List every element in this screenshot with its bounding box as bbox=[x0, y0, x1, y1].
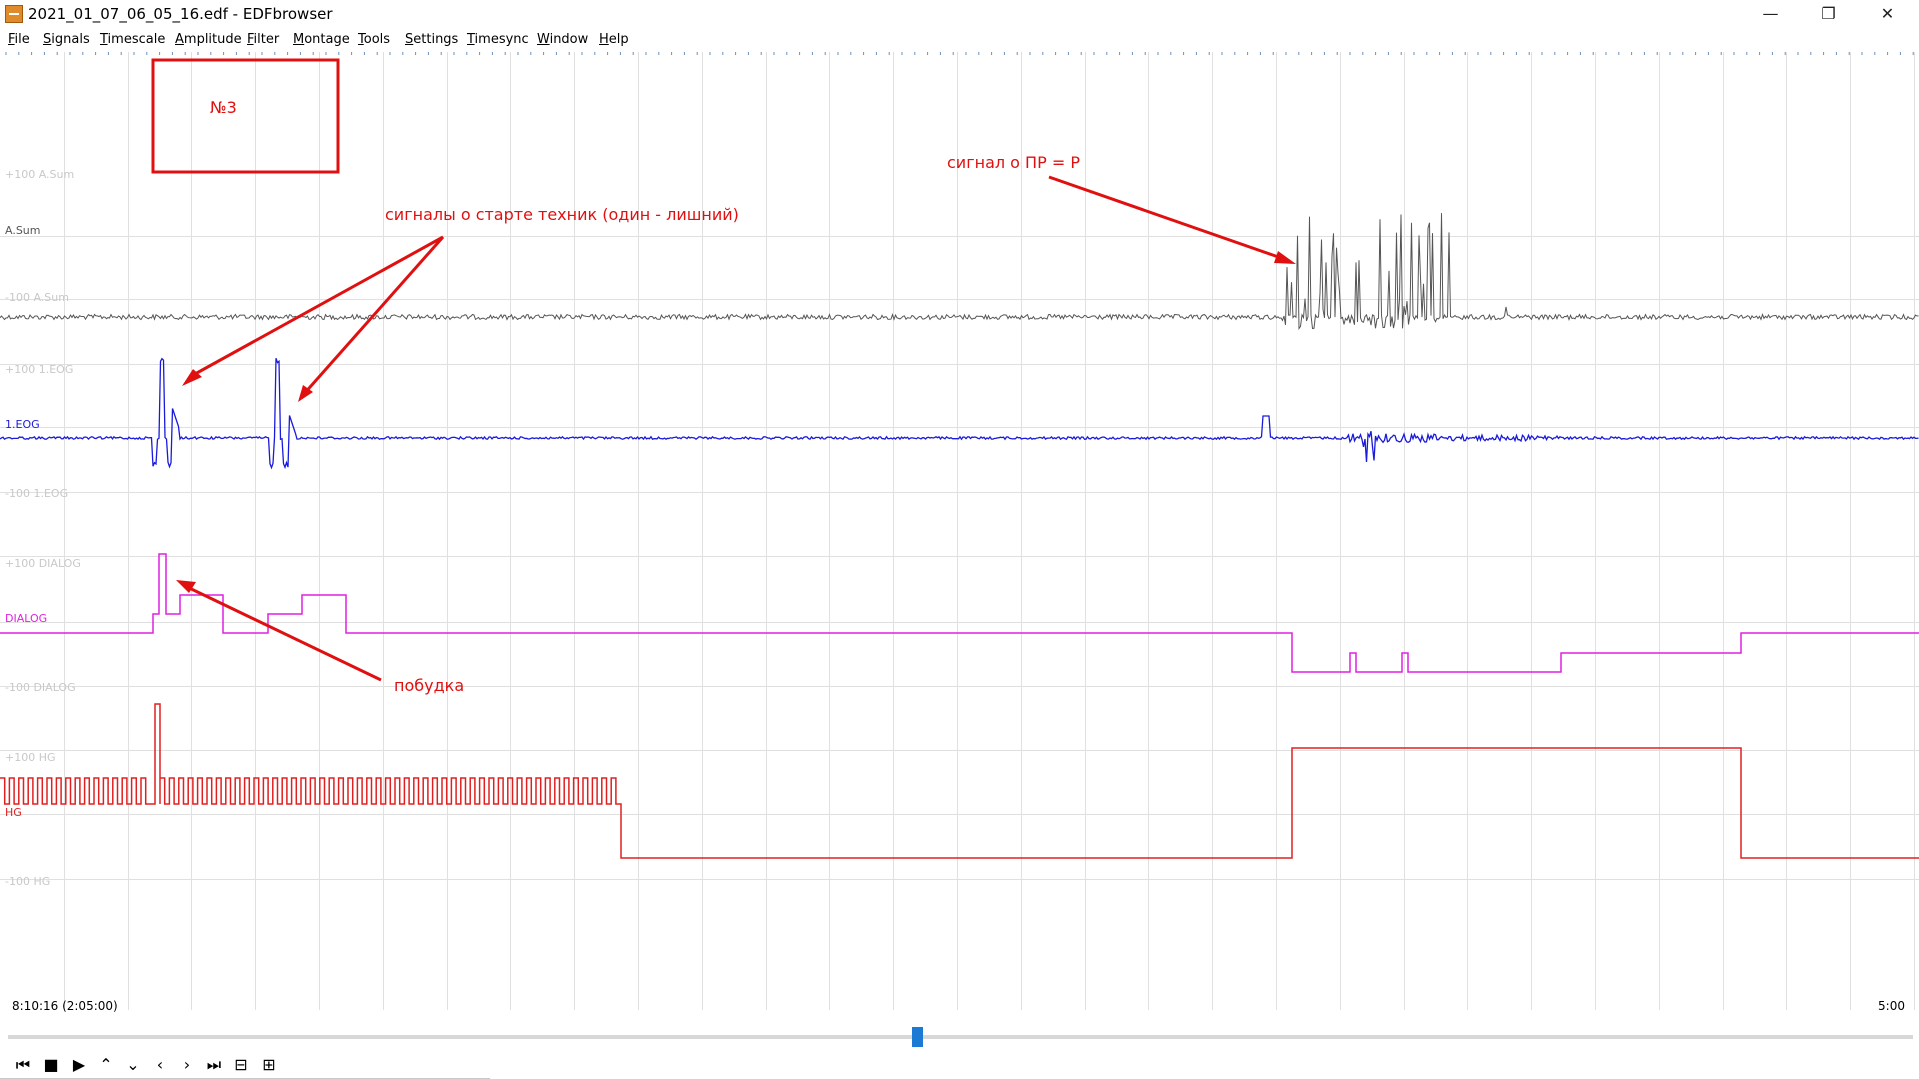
signal-plot-area[interactable]: +100 A.Sum A.Sum -100 A.Sum +100 1.EOG 1… bbox=[0, 52, 1919, 1010]
end-time-label: 5:00 bbox=[1878, 999, 1905, 1013]
close-icon[interactable]: ✕ bbox=[1859, 0, 1916, 29]
arrowhead-3 bbox=[1274, 251, 1296, 264]
menu-amplitude[interactable]: Amplitude bbox=[175, 32, 242, 47]
signal-lower-label-eog: -100 1.EOG bbox=[5, 487, 68, 500]
menu-timesync[interactable]: Timesync bbox=[467, 32, 529, 47]
signal-label-dialog[interactable]: DIALOG bbox=[5, 612, 47, 625]
start-time-label: 8:10:16 (2:05:00) bbox=[12, 999, 118, 1013]
signal-upper-label-hg: +100 HG bbox=[5, 751, 56, 764]
scroll-down-button[interactable]: ⌄ bbox=[122, 1054, 144, 1076]
signal-label-eog[interactable]: 1.EOG bbox=[5, 418, 40, 431]
signal-label-asum[interactable]: A.Sum bbox=[5, 224, 41, 237]
go-to-start-button[interactable]: ⏮ bbox=[12, 1054, 34, 1076]
scroll-up-button[interactable]: ⌃ bbox=[95, 1054, 117, 1076]
zoom-in-button[interactable]: ⊞ bbox=[258, 1054, 280, 1076]
window-title: 2021_01_07_06_05_16.edf - EDFbrowser bbox=[28, 5, 333, 23]
go-to-end-button[interactable]: ⏭ bbox=[203, 1054, 225, 1076]
menu-filter[interactable]: Filter bbox=[247, 32, 279, 47]
menu-settings[interactable]: Settings bbox=[405, 32, 458, 47]
annotation-arrow-3 bbox=[1048, 175, 1288, 262]
menu-help[interactable]: Help bbox=[599, 32, 629, 47]
zoom-out-button[interactable]: ⊟ bbox=[230, 1054, 252, 1076]
signal-lower-label-asum: -100 A.Sum bbox=[5, 291, 69, 304]
trace-asum bbox=[0, 213, 1919, 331]
signal-lower-label-hg: -100 HG bbox=[5, 875, 50, 888]
annotation-pr-signal: сигнал о ПР = Р bbox=[947, 153, 1080, 172]
menu-file[interactable]: File bbox=[8, 32, 30, 47]
trace-hg bbox=[0, 703, 1919, 859]
time-scrollbar[interactable] bbox=[8, 1035, 1913, 1039]
menu-timescale[interactable]: Timescale bbox=[100, 32, 165, 47]
step-forward-button[interactable]: › bbox=[176, 1054, 198, 1076]
annotation-arrow-2 bbox=[301, 236, 445, 396]
signal-upper-label-asum: +100 A.Sum bbox=[5, 168, 74, 181]
time-scrollbar-thumb[interactable] bbox=[912, 1027, 923, 1047]
menu-signals[interactable]: Signals bbox=[43, 32, 90, 47]
annotation-wakeup: побудка bbox=[394, 676, 464, 695]
annotation-box bbox=[151, 58, 340, 174]
annotation-start-signals: сигналы о старте техник (один - лишний) bbox=[385, 205, 739, 224]
signal-upper-label-eog: +100 1.EOG bbox=[5, 363, 73, 376]
annotation-box-label: №3 bbox=[210, 98, 237, 117]
play-button[interactable]: ▶ bbox=[68, 1054, 90, 1076]
signal-lower-label-dialog: -100 DIALOG bbox=[5, 681, 76, 694]
time-grid bbox=[0, 52, 1919, 1010]
signal-upper-label-dialog: +100 DIALOG bbox=[5, 557, 81, 570]
minimize-icon[interactable]: — bbox=[1742, 0, 1799, 29]
stop-button[interactable]: ■ bbox=[40, 1054, 62, 1076]
title-bar: 2021_01_07_06_05_16.edf - EDFbrowser — ❐… bbox=[0, 0, 1919, 29]
maximize-icon[interactable]: ❐ bbox=[1800, 0, 1857, 29]
menu-window[interactable]: Window bbox=[537, 32, 588, 47]
bottom-panel bbox=[0, 1010, 1919, 1079]
trace-dialog bbox=[0, 553, 1919, 673]
menu-tools[interactable]: Tools bbox=[358, 32, 390, 47]
menu-bar: File Signals Timescale Amplitude Filter … bbox=[0, 29, 1919, 52]
signal-label-hg[interactable]: HG bbox=[5, 806, 22, 819]
step-back-button[interactable]: ‹ bbox=[149, 1054, 171, 1076]
menu-montage[interactable]: Montage bbox=[293, 32, 350, 47]
trace-eog bbox=[0, 357, 1919, 470]
edfbrowser-icon bbox=[5, 5, 23, 23]
